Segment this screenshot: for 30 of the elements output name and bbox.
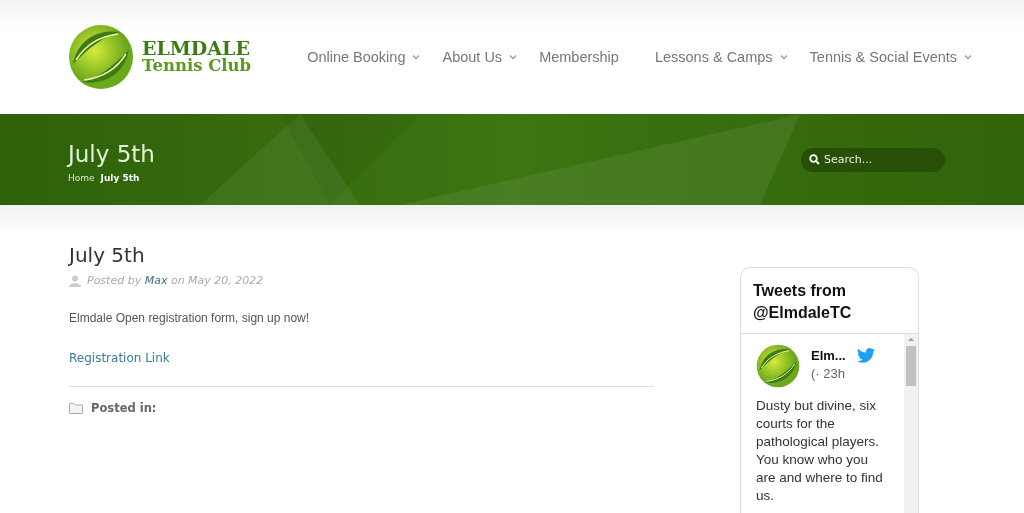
widget-title: Tweets from @ElmdaleTC	[741, 268, 918, 335]
posted-in-label: Posted in:	[91, 401, 157, 415]
page-title: July 5th	[68, 140, 155, 167]
breadcrumb-link[interactable]: Home	[68, 172, 95, 183]
bird-icon	[856, 348, 875, 364]
post-title: July 5th	[69, 243, 146, 267]
author-link[interactable]: Max	[144, 274, 168, 287]
user-icon	[69, 274, 81, 287]
post-body: Elmdale Open registration form, sign up now!	[69, 311, 311, 325]
scroll-thumb[interactable]	[906, 346, 916, 387]
search-icon	[809, 153, 820, 165]
search-field[interactable]: Search...	[801, 147, 945, 172]
nav-link[interactable]: About Us	[442, 49, 518, 65]
logo-subtitle: Tennis Club	[142, 58, 252, 75]
breadcrumb-current: July 5th	[100, 172, 140, 183]
tweet-time: (· 23h	[811, 366, 846, 382]
avatar-icon	[756, 344, 800, 389]
logo-icon	[68, 24, 134, 90]
nav-link[interactable]: Lessons & Camps	[654, 49, 788, 65]
logo-title: ELMDALE	[142, 39, 250, 59]
registration-link[interactable]: Registration Link	[69, 351, 170, 365]
folder-icon	[69, 402, 83, 414]
account-name[interactable]: Elm...	[811, 348, 846, 364]
nav-link[interactable]: Membership	[539, 49, 619, 65]
post-meta: Posted by Max on May 20, 2022	[87, 274, 264, 287]
nav-link[interactable]: Online Booking	[307, 49, 421, 65]
scroll-up-icon[interactable]	[907, 337, 915, 343]
scrollbar[interactable]	[904, 334, 918, 513]
nav-link[interactable]: Tennis & Social Events	[809, 49, 973, 65]
tweet-text: Dusty but divine, six courts for the pathological players. You know who you are and where to find us.	[756, 397, 884, 506]
